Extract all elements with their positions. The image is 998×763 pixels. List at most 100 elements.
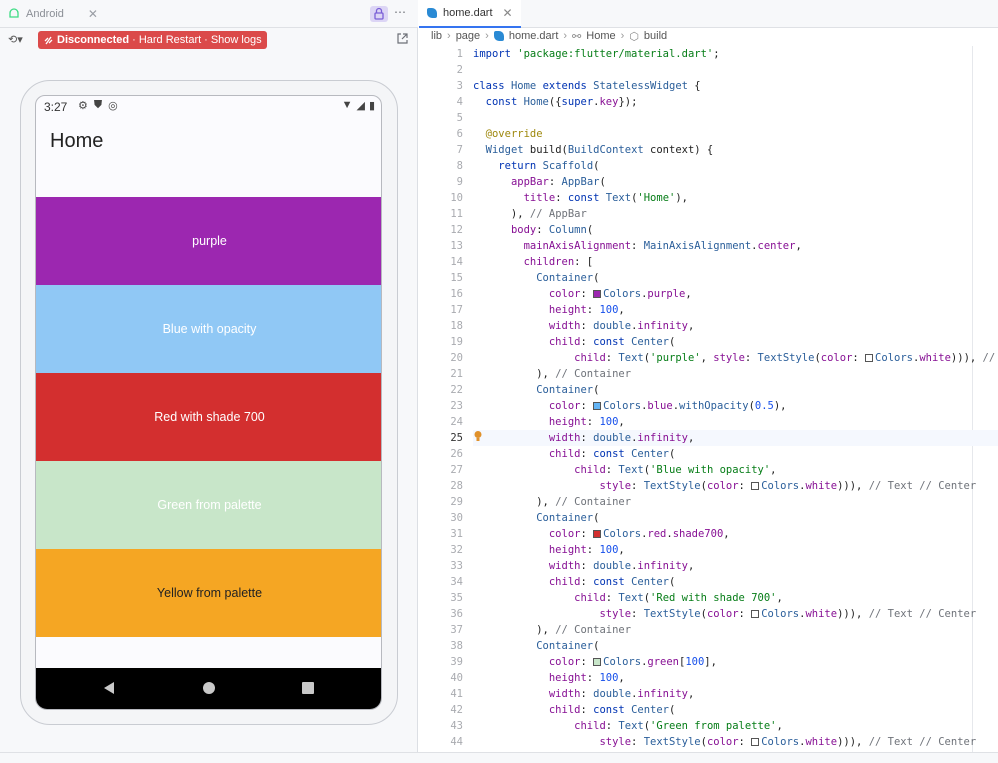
line-number: 44	[450, 736, 463, 748]
yellow-container: Yellow from palette	[36, 549, 381, 637]
lock-icon[interactable]	[370, 6, 388, 22]
code-line: title: const Text('Home'),	[523, 192, 688, 204]
container-label: Green from palette	[157, 498, 262, 512]
line-number: 36	[450, 608, 463, 620]
tab-android[interactable]: Android ✕	[8, 5, 98, 23]
android-icon	[9, 8, 19, 18]
line-number: 6	[456, 128, 463, 140]
line-number: 23	[450, 400, 463, 412]
code-line: color: Colors.red.shade700,	[548, 528, 730, 540]
line-number: 15	[450, 272, 463, 284]
line-number: 25	[450, 432, 463, 444]
line-number: 29	[450, 496, 463, 508]
color-swatch-icon[interactable]	[593, 530, 602, 538]
code-line: child: const Center(	[548, 704, 676, 716]
app-bar-title: Home	[50, 130, 104, 152]
breadcrumb-method[interactable]: build	[644, 30, 667, 42]
line-number: 5	[456, 112, 463, 124]
dart-file-icon	[427, 8, 437, 18]
connection-status-badge[interactable]: Disconnected · Hard Restart · Show logs	[38, 31, 267, 49]
line-number: 28	[450, 480, 463, 492]
code-line: ), // Container	[473, 624, 632, 636]
home-icon[interactable]	[202, 680, 216, 696]
line-number: 16	[450, 288, 463, 300]
status-bar	[0, 752, 998, 763]
code-line: color: Colors.blue.withOpacity(0.5),	[548, 400, 787, 412]
code-line: child: const Center(	[548, 336, 676, 348]
code-line: children: [	[523, 256, 594, 268]
show-logs-link[interactable]: Show logs	[211, 34, 262, 46]
code-line: Container(	[536, 512, 600, 524]
code-line: Container(	[536, 640, 600, 652]
open-external-icon[interactable]	[396, 32, 409, 48]
signal-icon: ◢	[356, 100, 365, 112]
color-swatch-icon[interactable]	[751, 482, 760, 490]
more-options-icon[interactable]: ⋯	[394, 5, 407, 19]
code-line: Container(	[536, 384, 600, 396]
code-line: ), // Container	[473, 496, 632, 508]
code-line: ), // AppBar	[473, 208, 587, 220]
code-area[interactable]: import 'package:flutter/material.dart'; …	[473, 46, 998, 750]
breadcrumb-lib[interactable]: lib	[431, 30, 442, 42]
line-number: 9	[456, 176, 463, 188]
code-line: class Home extends StatelessWidget {	[473, 80, 701, 92]
recents-icon[interactable]	[301, 680, 315, 696]
line-number: 18	[450, 320, 463, 332]
code-line: appBar: AppBar(	[510, 176, 606, 188]
code-line: width: double.infinity,	[548, 560, 695, 572]
line-number: 32	[450, 544, 463, 556]
blue-container: Blue with opacity	[36, 285, 381, 373]
broken-link-icon	[44, 36, 53, 44]
breadcrumb-page[interactable]: page	[456, 30, 480, 42]
breadcrumb-file[interactable]: home.dart	[509, 30, 559, 42]
close-icon[interactable]: ✕	[88, 7, 98, 21]
line-number: 39	[450, 656, 463, 668]
line-number: 7	[456, 144, 463, 156]
code-line: body: Column(	[510, 224, 594, 236]
shield-icon: ⛊	[93, 99, 103, 111]
code-line: mainAxisAlignment: MainAxisAlignment.cen…	[523, 240, 802, 252]
line-number: 3	[456, 80, 463, 92]
line-number: 31	[450, 528, 463, 540]
hard-restart-link[interactable]: Hard Restart	[139, 34, 201, 46]
back-icon[interactable]	[102, 680, 116, 696]
line-number: 13	[450, 240, 463, 252]
dart-file-icon	[493, 31, 504, 41]
color-swatch-icon[interactable]	[593, 290, 602, 298]
line-number: 33	[450, 560, 463, 572]
emulator-panel: Android ✕ ⋯ ⟲▾ Disconnected · Hard Resta…	[0, 0, 418, 763]
code-line-current: width: double.infinity,	[473, 430, 998, 446]
line-number: 38	[450, 640, 463, 652]
line-number: 1	[456, 48, 463, 60]
device-selector-icon[interactable]: ⟲▾	[8, 33, 23, 46]
close-icon[interactable]: ✕	[503, 6, 513, 20]
red-container: Red with shade 700	[36, 373, 381, 461]
line-number: 14	[450, 256, 463, 268]
color-swatch-icon[interactable]	[593, 658, 602, 666]
code-line: Container(	[536, 272, 600, 284]
line-number: 37	[450, 624, 463, 636]
wifi-icon: ▼	[341, 99, 353, 111]
lightbulb-icon[interactable]	[473, 430, 483, 445]
line-number: 42	[450, 704, 463, 716]
line-number: 24	[450, 416, 463, 428]
color-swatch-icon[interactable]	[751, 738, 760, 746]
color-swatch-icon[interactable]	[593, 402, 602, 410]
line-number: 11	[450, 208, 463, 220]
code-line: width: double.infinity,	[548, 320, 695, 332]
tab-home-dart[interactable]: home.dart ✕	[419, 0, 521, 28]
line-number: 2	[456, 64, 463, 76]
code-line: color: Colors.green[100],	[548, 656, 717, 668]
line-number: 22	[450, 384, 463, 396]
color-swatch-icon[interactable]	[751, 610, 760, 618]
settings-icon: ⚙	[78, 100, 88, 112]
code-line: height: 100,	[548, 544, 625, 556]
color-swatch-icon[interactable]	[865, 354, 874, 362]
breadcrumb-class[interactable]: Home	[586, 30, 615, 42]
line-number: 30	[450, 512, 463, 524]
line-number-gutter: 1 2 3 4 5 6 7 8 9 10 11 12 13 14 15 16 17 18 19 20 21 22 23 24 2…	[419, 46, 463, 750]
code-line: Widget build(BuildContext context) {	[485, 144, 714, 156]
line-number: 8	[456, 160, 463, 172]
line-number: 27	[450, 464, 463, 476]
